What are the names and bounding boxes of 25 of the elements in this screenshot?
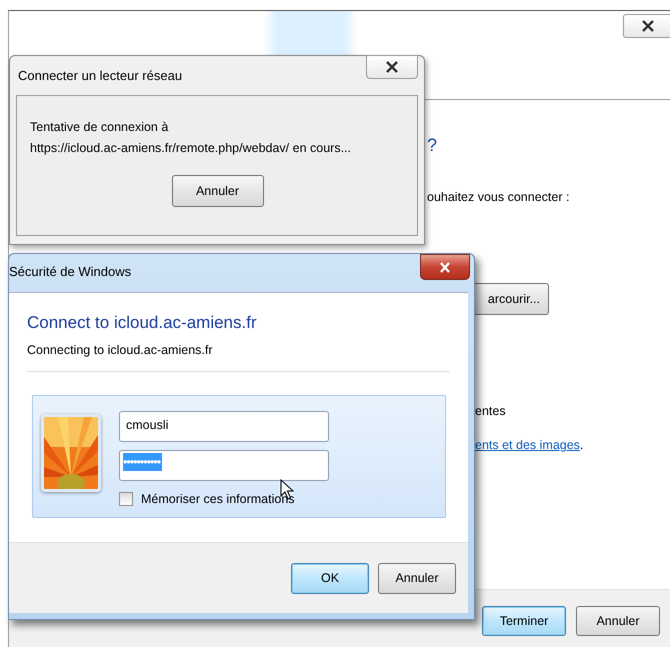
username-field[interactable]: cmousli (119, 411, 329, 442)
close-icon (641, 20, 655, 32)
window-title: Sécurité de Windows (9, 263, 132, 281)
cancel-button[interactable]: Annuler (576, 606, 660, 636)
close-icon (385, 61, 399, 73)
dialog-subheading: Connecting to icloud.ac-amiens.fr (27, 343, 214, 357)
close-button[interactable] (366, 55, 418, 79)
prompt-text: ouhaitez vous connecter : (427, 190, 570, 204)
message-text: https://icloud.ac-amiens.fr/remote.php/webdav/ en cours... (30, 140, 352, 157)
window-title: Connecter un lecteur réseau (17, 68, 182, 83)
ok-button[interactable]: OK (291, 562, 369, 594)
checkbox-label: Mémoriser ces informations (141, 492, 295, 506)
dialog-heading: Connect to icloud.ac-amiens.fr (27, 313, 258, 333)
close-button[interactable] (623, 14, 670, 38)
link[interactable]: ents et des images (475, 438, 580, 452)
finish-button[interactable]: Terminer (482, 606, 566, 636)
close-button[interactable] (420, 254, 470, 280)
period-text: . (580, 438, 584, 452)
option-label: entes (475, 404, 506, 418)
question-text: ? (427, 135, 438, 156)
cancel-button[interactable]: Annuler (378, 562, 456, 594)
close-icon (439, 262, 451, 272)
checkbox[interactable] (119, 492, 133, 506)
message-text: Tentative de connexion à (30, 119, 170, 136)
cancel-button[interactable]: Annuler (172, 175, 264, 207)
